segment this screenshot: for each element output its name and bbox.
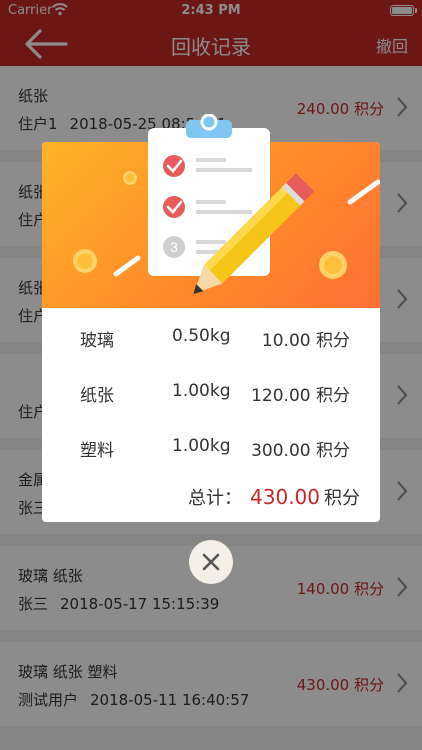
- total-value: 430.00: [250, 485, 320, 509]
- clipboard-pencil-icon: 3: [148, 114, 315, 295]
- close-button[interactable]: [189, 540, 233, 584]
- total-line: 总计： 430.00 积分: [188, 484, 360, 510]
- coin-icon: [73, 249, 97, 273]
- checklist-number: 3: [170, 239, 178, 255]
- item-list: 玻璃 0.50kg 10.00 积分 纸张 1.00kg 120.00 积分 塑…: [42, 308, 380, 473]
- item-row: 纸张 1.00kg 120.00 积分: [42, 363, 380, 418]
- item-name: 纸张: [80, 386, 114, 406]
- close-icon: [202, 553, 220, 571]
- item-weight: 1.00kg: [172, 381, 231, 401]
- item-weight: 1.00kg: [172, 436, 231, 456]
- item-points: 10.00 积分: [261, 331, 350, 351]
- coin-icon: [319, 251, 347, 279]
- coin-icon: [123, 171, 137, 185]
- total-unit: 积分: [324, 488, 360, 509]
- item-row: 塑料 1.00kg 300.00 积分: [42, 418, 380, 473]
- item-row: 玻璃 0.50kg 10.00 积分: [42, 308, 380, 363]
- record-detail-modal: 3 玻璃 0.50kg 10.00 积分 纸张 1.00kg 120.00 积分…: [42, 114, 380, 522]
- item-name: 塑料: [80, 441, 114, 461]
- streak-decoration: [113, 255, 141, 277]
- streak-decoration: [347, 179, 380, 205]
- item-points: 300.00 积分: [251, 441, 350, 461]
- item-points: 120.00 积分: [251, 386, 350, 406]
- total-label: 总计：: [188, 488, 243, 509]
- item-weight: 0.50kg: [172, 326, 231, 346]
- item-name: 玻璃: [80, 331, 114, 351]
